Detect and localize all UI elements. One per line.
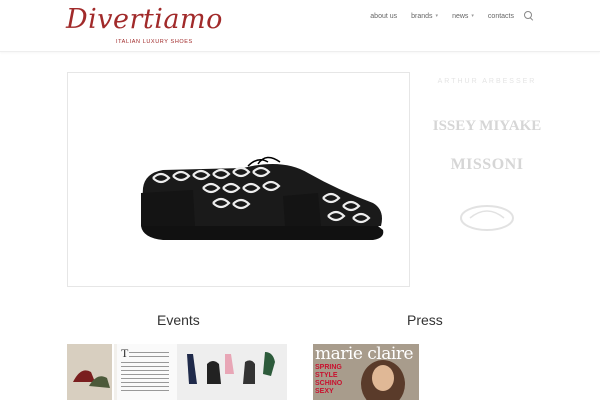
magazine-title: marie claire [315,344,414,364]
site-header: Divertiamo ITALIAN LUXURY SHOES about us… [0,0,600,52]
cover-line: SCHINO [315,380,343,387]
shoe-image [141,156,384,240]
logo-text: Divertiamo [66,4,223,35]
brand-logo-arthur-arbesser[interactable]: ARTHUR ARBESSER [432,78,542,85]
brand-logos: ARTHUR ARBESSER ISSEY MIYAKE MISSONI [432,72,542,252]
cover-line: SEXY [315,388,334,395]
site-logo[interactable]: Divertiamo ITALIAN LUXURY SHOES [66,4,236,48]
search-icon[interactable] [524,11,534,21]
press-heading: Press [407,312,443,328]
nav-label: news [452,12,469,20]
nav-label: brands [411,12,433,20]
press-thumbnail[interactable]: marie claire SPRING STYLE SCHINO SEXY [313,344,419,400]
events-collage-image: T [67,344,287,400]
magazine-cover-lines: SPRING STYLE SCHINO SEXY [315,364,342,396]
brand-logo-issey-miyake[interactable]: ISSEY MIYAKE [432,118,542,135]
nav-label: contacts [487,12,514,20]
nav-item-news[interactable]: news ▾ [452,13,474,20]
chevron-down-icon: ▾ [471,13,474,19]
events-heading: Events [157,312,200,328]
brand-logo-missoni[interactable]: MISSONI [432,156,542,174]
brand-logo-emblem[interactable] [432,198,542,238]
cover-line: SPRING [315,364,342,371]
nav-item-contacts[interactable]: contacts [488,13,514,20]
svg-text:T: T [121,346,129,360]
main-nav: about us brands ▾ news ▾ contacts [356,11,534,21]
nav-label: about us [370,12,398,20]
nav-item-about-us[interactable]: about us [370,13,397,20]
hero-slider[interactable] [67,72,410,287]
chevron-down-icon: ▾ [435,13,439,19]
cover-line: STYLE [315,372,338,379]
events-thumbnail[interactable]: T [67,344,287,400]
nav-item-brands[interactable]: brands ▾ [411,13,438,20]
logo-tagline: ITALIAN LUXURY SHOES [116,39,193,45]
